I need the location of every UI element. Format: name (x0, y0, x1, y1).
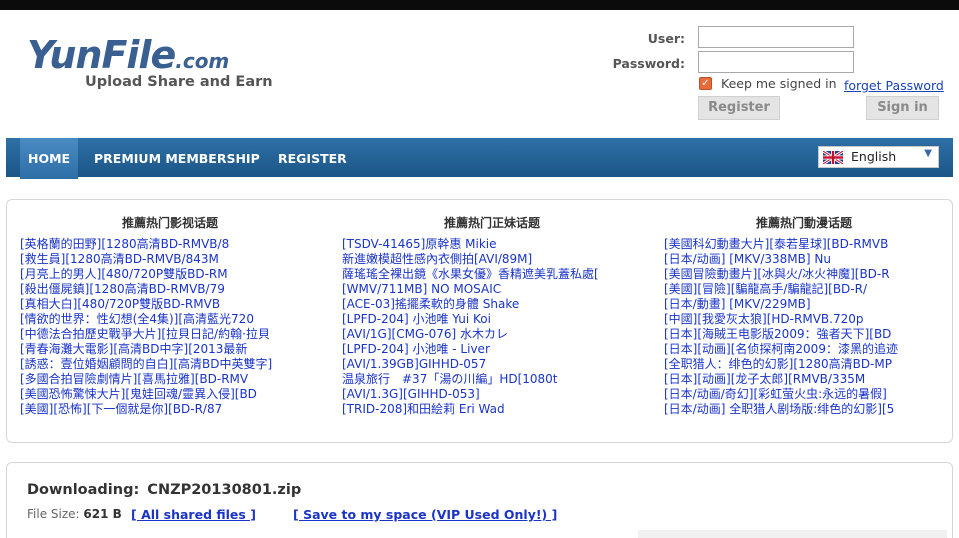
password-label: Password: (612, 56, 685, 71)
topic-link[interactable]: [日本][动画][龙子太郎][RMVB/335M (664, 372, 944, 387)
hot-topics-panel: 推薦热门影视话题 [英格蘭的田野][1280高清BD-RMVB/8 [救生員][… (6, 199, 953, 443)
all-shared-files-link[interactable]: [ All shared files ] (131, 507, 256, 522)
save-to-my-space-link[interactable]: [ Save to my space (VIP Used Only!) ] (293, 507, 557, 522)
user-label: User: (647, 31, 685, 46)
download-title: Downloading: CNZP20130801.zip (27, 482, 301, 498)
logo-word: YunFile (27, 33, 176, 77)
download-options-box (638, 530, 947, 538)
topic-link[interactable]: [日本][海賊王电影版2009：強者天下][BD (664, 327, 944, 342)
register-button[interactable]: Register (698, 96, 780, 120)
nav-premium-membership[interactable]: PREMIUM MEMBERSHIP (86, 138, 268, 179)
topic-link[interactable]: [日本/动画/奇幻][彩虹萤火虫:永远的暑假] (664, 387, 944, 402)
topic-link[interactable]: [英格蘭的田野][1280高清BD-RMVB/8 (20, 237, 320, 252)
user-input[interactable] (698, 26, 854, 48)
file-size: File Size: 621 B (27, 507, 122, 521)
logo-tagline: Upload Share and Earn (85, 74, 273, 90)
top-black-bar (0, 0, 959, 10)
topic-link[interactable]: [WMV/711MB] NO MOSAIC (342, 282, 642, 297)
signin-button[interactable]: Sign in (866, 96, 939, 120)
file-size-label: File Size: (27, 507, 80, 521)
topic-link[interactable]: [日本/动画] [MKV/338MB] Nu (664, 252, 944, 267)
file-name: CNZP20130801.zip (147, 482, 302, 498)
keep-signed-label: Keep me signed in (721, 76, 837, 91)
topic-link[interactable]: [真相大白][480/720P雙版BD-RMVB (20, 297, 320, 312)
keep-signed-checkbox[interactable]: ✓ (699, 77, 712, 90)
column-title: 推薦热门動漫话题 (755, 216, 852, 230)
topic-link[interactable]: [情欲的世界：性幻想(全4集)][高清藍光720 (20, 312, 320, 327)
topic-link[interactable]: [TRID-208]和田絵莉 Eri Wad (342, 402, 642, 417)
downloading-label: Downloading: (27, 482, 140, 498)
forget-password-link[interactable]: forget Password (844, 78, 944, 93)
nav-home[interactable]: HOME (20, 138, 79, 179)
file-size-value: 621 B (83, 507, 122, 521)
topic-link[interactable]: [救生員][1280高清BD-RMVB/843M (20, 252, 320, 267)
topic-link[interactable]: 新進嫩模超性感內衣側拍[AVI/89M] (342, 252, 642, 267)
download-panel: Downloading: CNZP20130801.zip File Size: … (6, 462, 953, 538)
topic-link[interactable]: [日本/动画] 全职猎人剧场版:绯色的幻影][5 (664, 402, 944, 417)
uk-flag-icon (823, 151, 843, 164)
topic-link[interactable]: 温泉旅行 #37「湯の川編」HD[1080t (342, 372, 642, 387)
topic-link[interactable]: [美國恐怖驚悚大片][鬼娃回魂/靈異入侵][BD (20, 387, 320, 402)
topic-link[interactable]: [誘惑：壹位婚姻顧問的自白][高清BD中英雙字] (20, 357, 320, 372)
topic-link[interactable]: [TSDV-41465]原幹惠 Mikie (342, 237, 642, 252)
topic-link[interactable]: [日本][动画][名侦探柯南2009：漆黑的追迹 (664, 342, 944, 357)
anime-topics-column: 推薦热门動漫话题 [美國科幻動畫大片][泰若星球][BD-RMVB [日本/动画… (664, 214, 944, 417)
topic-link[interactable]: [美國][冒險][騙龍高手/騙龍記][BD-R/ (664, 282, 944, 297)
topic-link[interactable]: [中德法合拍歷史戰爭大片][拉貝日記/約翰·拉貝 (20, 327, 320, 342)
topic-link[interactable]: [日本/動畫] [MKV/229MB] (664, 297, 944, 312)
topic-link[interactable]: [美國冒險動畫片][冰與火/冰火神魔][BD-R (664, 267, 944, 282)
topic-link[interactable]: [LPFD-204] 小池唯 Yui Koi (342, 312, 642, 327)
main-nav: HOME PREMIUM MEMBERSHIP REGISTER (6, 138, 953, 179)
topic-link[interactable]: [AVI/1.39GB]GIHHD-057 (342, 357, 642, 372)
topic-link[interactable]: [美國][恐怖][下一個就是你][BD-R/87 (20, 402, 320, 417)
language-select[interactable]: English ▼ (818, 146, 939, 168)
movie-topics-column: 推薦热门影视话题 [英格蘭的田野][1280高清BD-RMVB/8 [救生員][… (20, 214, 320, 417)
yunfile-logo[interactable]: YunFile.com Upload Share and Earn (27, 36, 287, 96)
girls-topics-column: 推薦热门正妹话题 [TSDV-41465]原幹惠 Mikie 新進嫩模超性感內衣… (342, 214, 642, 417)
password-input[interactable] (698, 51, 854, 73)
column-title: 推薦热门正妹话题 (443, 216, 540, 230)
topic-link[interactable]: [AVI/1G][CMG-076] 水木カレ (342, 327, 642, 342)
topic-link[interactable]: [AVI/1.3G][GIHHD-053] (342, 387, 642, 402)
topic-link[interactable]: [ACE-03]搖擺柔軟的身體 Shake (342, 297, 642, 312)
topic-link[interactable]: 薩瑤瑤全裸出鏡《水果女優》香精遮美乳蓋私處[ (342, 267, 642, 282)
topic-link[interactable]: [殺出僵屍鎮][1280高清BD-RMVB/79 (20, 282, 320, 297)
logo-domain: .com (175, 49, 230, 73)
column-title: 推薦热门影视话题 (121, 216, 218, 230)
topic-link[interactable]: [美國科幻動畫大片][泰若星球][BD-RMVB (664, 237, 944, 252)
topic-link[interactable]: [中國][我愛灰太狼][HD-RMVB.720p (664, 312, 944, 327)
topic-link[interactable]: [LPFD-204] 小池唯 - Liver (342, 342, 642, 357)
topic-link[interactable]: [青春海灘大電影][高清BD中字][2013最新 (20, 342, 320, 357)
language-label: English (851, 149, 897, 164)
topic-link[interactable]: [全职猎人：绯色的幻影][1280高清BD-MP (664, 357, 944, 372)
topic-link[interactable]: [月亮上的男人][480/720P雙版BD-RM (20, 267, 320, 282)
chevron-down-icon: ▼ (924, 148, 932, 159)
topic-link[interactable]: [多國合拍冒險劇情片][喜馬拉雅][BD-RMV (20, 372, 320, 387)
nav-register[interactable]: REGISTER (270, 138, 355, 179)
